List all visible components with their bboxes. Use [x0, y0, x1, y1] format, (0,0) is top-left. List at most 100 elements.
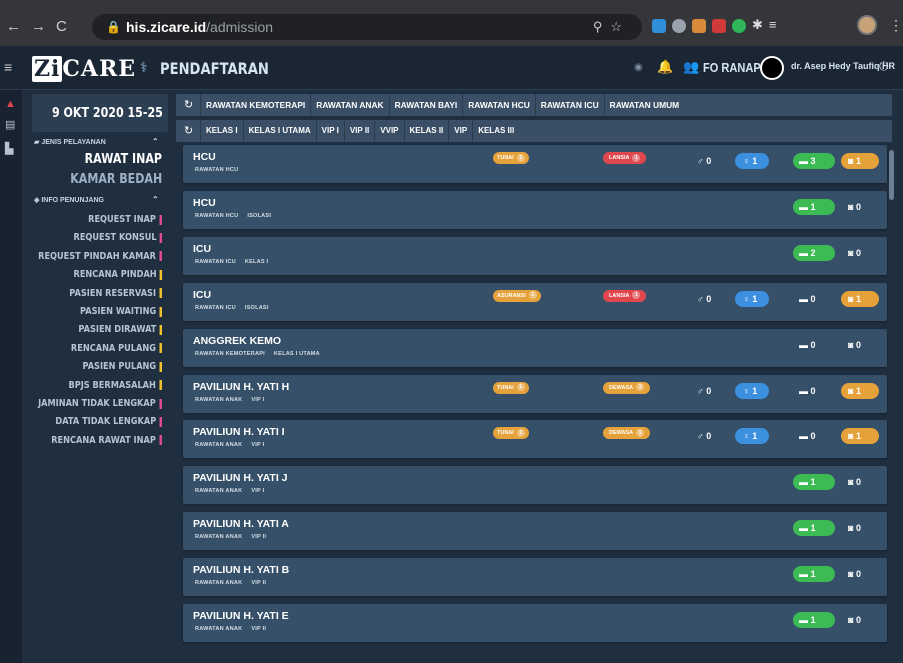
- room-card[interactable]: HCU RAWATAN HCU TUNAI 1 LANSIA 1 ♂ 0 ♀ 1 ▬ 3 ◙ 1: [183, 145, 887, 183]
- extension-icon[interactable]: [652, 18, 666, 33]
- tab-care-type[interactable]: RAWATAN UMUM: [603, 94, 684, 116]
- female-patient-count: ♀ 1: [735, 382, 769, 399]
- male-patient-count: ♂ 0: [697, 431, 711, 441]
- sidebar-menu-item[interactable]: RENCANA PINDAH: [73, 269, 162, 280]
- room-card[interactable]: PAVILIUN H. YATI H RAWATAN ANAK VIP I TUNAI…: [183, 374, 887, 413]
- sidebar-menu-label: REQUEST INAP: [88, 214, 157, 225]
- camera-icon: ◙: [848, 339, 856, 350]
- sidebar-menu-item[interactable]: RENCANA RAWAT INAP: [52, 435, 162, 446]
- rail-chart-icon[interactable]: ▙: [5, 142, 13, 155]
- occupied-value: 0: [855, 201, 861, 212]
- left-rail: ▲ ▤ ▙: [0, 90, 22, 663]
- rail-document-icon[interactable]: ▤: [5, 118, 15, 131]
- browser-menu-icon[interactable]: ⋮: [889, 17, 903, 34]
- tab-care-type[interactable]: RAWATAN HCU: [462, 94, 535, 116]
- payment-label: TUNAI: [497, 430, 514, 437]
- sidebar-menu-item[interactable]: PASIEN DIRAWAT: [78, 324, 162, 335]
- tab-class[interactable]: KELAS I: [200, 120, 243, 142]
- room-card[interactable]: PAVILIUN H. YATI E RAWATAN ANAK VIP II ▬ 1 ◙…: [183, 604, 887, 642]
- sidebar-menu-item[interactable]: PASIEN RESERVASI: [70, 288, 162, 299]
- care-type-tabs: ↻ RAWATAN KEMOTERAPI RAWATAN ANAK RAWATAN …: [176, 94, 892, 116]
- room-card[interactable]: PAVILIUN H. YATI J RAWATAN ANAK VIP I ▬ 1 ◙ …: [183, 466, 887, 505]
- room-tag: KELAS I: [244, 258, 269, 265]
- sidebar-menu-item[interactable]: DATA TIDAK LENGKAP: [55, 416, 162, 427]
- bed-icon: ▬: [799, 339, 811, 350]
- section-jenis-pelayanan[interactable]: ▰ JENIS PELAYANAN ⌃: [34, 137, 159, 146]
- chevron-up-icon[interactable]: ⌃: [152, 137, 159, 146]
- room-tag: ISOLASI: [247, 212, 272, 219]
- bookmark-star-icon[interactable]: ☆: [610, 19, 630, 34]
- scrollbar[interactable]: [889, 150, 894, 200]
- sidebar-menu-item[interactable]: BPJS BERMASALAH: [69, 380, 162, 391]
- tab-class[interactable]: VIP I: [315, 120, 344, 142]
- sidebar-menu-item[interactable]: PASIEN PULANG: [83, 361, 162, 372]
- chevron-up-icon[interactable]: ⌃: [152, 195, 159, 204]
- address-bar[interactable]: 🔒 his.zicare.id/admission ⚲☆: [92, 14, 642, 40]
- room-tag: RAWATAN ANAK: [195, 534, 243, 541]
- user-role[interactable]: FO RANAP: [703, 60, 761, 75]
- extension-icons: ✱≡: [652, 17, 783, 33]
- tab-class[interactable]: KELAS III: [472, 120, 519, 142]
- sidebar-menu-item[interactable]: REQUEST INAP: [88, 214, 162, 225]
- profile-avatar[interactable]: [857, 15, 877, 35]
- room-tags: RAWATAN ICU ISOLASI: [195, 305, 278, 311]
- room-card[interactable]: HCU RAWATAN HCU ISOLASI ▬ 1 ◙ 0: [183, 190, 887, 229]
- camera-icon: ◙: [848, 385, 856, 396]
- bed-count: 0: [810, 431, 816, 442]
- refresh-icon[interactable]: ↻: [184, 124, 193, 137]
- sidebar-menu-item[interactable]: REQUEST KONSUL: [73, 232, 162, 243]
- extension-icon[interactable]: [692, 18, 706, 33]
- occupied-count: ◙ 0: [841, 337, 879, 353]
- bed-icon: ▬: [799, 569, 811, 580]
- reload-icon[interactable]: C: [56, 18, 77, 35]
- forward-arrow-icon[interactable]: →: [31, 18, 56, 35]
- tab-care-type[interactable]: RAWATAN BAYI: [388, 94, 463, 116]
- hamburger-icon[interactable]: ≡: [4, 59, 12, 75]
- room-card[interactable]: ANGGREK KEMO RAWATAN KEMOTERAPI KELAS I UT…: [183, 328, 887, 367]
- sidebar-menu-item[interactable]: PASIEN WAITING: [80, 306, 162, 317]
- avatar[interactable]: [760, 56, 784, 80]
- room-tag: RAWATAN ANAK: [195, 626, 243, 632]
- tab-care-type[interactable]: RAWATAN ICU: [534, 94, 604, 116]
- status-bar-indicator: [159, 324, 162, 335]
- tab-class[interactable]: KELAS I UTAMA: [242, 120, 316, 142]
- extension-icon[interactable]: [732, 18, 746, 33]
- room-tag: VIP I: [251, 488, 265, 495]
- sidebar-menu-item[interactable]: RENCANA PULANG: [71, 343, 162, 354]
- rail-alert-icon[interactable]: ▲: [5, 98, 16, 110]
- bell-icon[interactable]: 🔔: [657, 59, 673, 75]
- camera-icon: ◙: [848, 156, 856, 166]
- occupied-value: 0: [855, 615, 861, 625]
- sidebar-menu-label: JAMINAN TIDAK LENGKAP: [38, 398, 157, 409]
- reading-list-icon[interactable]: ≡: [769, 17, 783, 32]
- tab-care-type[interactable]: RAWATAN KEMOTERAPI: [200, 94, 310, 116]
- tab-class[interactable]: VIP II: [343, 120, 374, 142]
- sidebar-menu-item[interactable]: REQUEST PINDAH KAMAR: [38, 251, 162, 262]
- payment-count: 1: [516, 383, 525, 392]
- puzzle-icon[interactable]: ✱: [752, 17, 769, 32]
- bed-count: 0: [810, 293, 816, 304]
- zicare-logo[interactable]: ZiCARE: [32, 56, 136, 82]
- tab-care-type[interactable]: RAWATAN ANAK: [310, 94, 388, 116]
- room-card[interactable]: PAVILIUN H. YATI I RAWATAN ANAK VIP I TUNAI…: [183, 420, 887, 459]
- tab-class[interactable]: KELAS II: [403, 120, 449, 142]
- room-card[interactable]: PAVILIUN H. YATI A RAWATAN ANAK VIP II ▬ 1 ◙…: [183, 512, 887, 551]
- refresh-icon[interactable]: ↻: [184, 98, 193, 111]
- section-info-penunjang[interactable]: ◈ INFO PENUNJANG ⌃: [34, 195, 159, 204]
- address-bar-actions: ⚲☆: [593, 19, 630, 35]
- room-card[interactable]: PAVILIUN H. YATI B RAWATAN ANAK VIP II ▬ 1 ◙…: [183, 558, 887, 597]
- extension-icon[interactable]: [712, 18, 726, 33]
- tab-class[interactable]: VVIP: [374, 120, 403, 142]
- power-icon[interactable]: ⏻: [879, 59, 889, 74]
- zoom-icon[interactable]: ⚲: [593, 19, 611, 34]
- service-kamar-bedah[interactable]: KAMAR BEDAH: [70, 172, 162, 187]
- extension-icon[interactable]: [672, 18, 686, 33]
- logo-zi: Zi: [32, 56, 63, 82]
- service-rawat-inap[interactable]: RAWAT INAP: [85, 152, 162, 167]
- room-card[interactable]: ICU RAWATAN ICU ISOLASI ASURANSI 1 LANSIA 1 ♂ 0…: [183, 282, 887, 321]
- room-card[interactable]: ICU RAWATAN ICU KELAS I ▬ 2 ◙ 0: [183, 236, 887, 275]
- payment-badge: TUNAI 1: [493, 152, 529, 164]
- back-arrow-icon[interactable]: ←: [6, 18, 31, 35]
- tab-class[interactable]: VIP: [448, 120, 472, 142]
- sidebar-menu-item[interactable]: JAMINAN TIDAK LENGKAP: [39, 398, 162, 409]
